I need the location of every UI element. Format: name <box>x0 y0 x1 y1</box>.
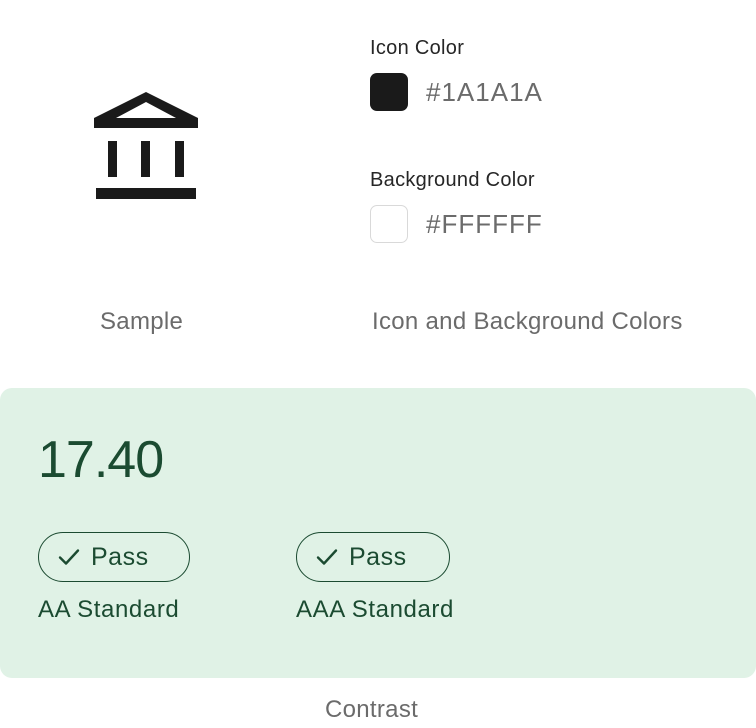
aaa-standard-label: AAA Standard <box>296 596 454 623</box>
contrast-ratio: 17.40 <box>38 431 164 489</box>
contrast-caption: Contrast <box>325 696 419 723</box>
background-color-hex-input[interactable]: #FFFFFF <box>426 209 543 240</box>
aa-pass-badge: Pass <box>38 532 190 582</box>
background-color-label: Background Color <box>370 169 535 191</box>
aa-standard-label: AA Standard <box>38 596 180 623</box>
aaa-pass-badge: Pass <box>296 532 450 582</box>
aa-status: Pass <box>91 542 149 571</box>
icon-color-swatch[interactable] <box>370 73 408 111</box>
aaa-status: Pass <box>349 542 407 571</box>
check-icon <box>58 549 80 565</box>
check-icon <box>316 549 338 565</box>
icon-color-hex-input[interactable]: #1A1A1A <box>426 77 543 108</box>
bank-icon <box>94 92 198 199</box>
sample-caption: Sample <box>100 308 184 335</box>
background-color-swatch[interactable] <box>370 205 408 243</box>
contrast-checker: Sample Icon Color #1A1A1A Background Col… <box>0 0 756 728</box>
colors-caption: Icon and Background Colors <box>372 308 683 335</box>
icon-color-label: Icon Color <box>370 37 465 59</box>
contrast-panel: 17.40 Pass AA Standard Pass AAA Standard <box>0 388 756 678</box>
